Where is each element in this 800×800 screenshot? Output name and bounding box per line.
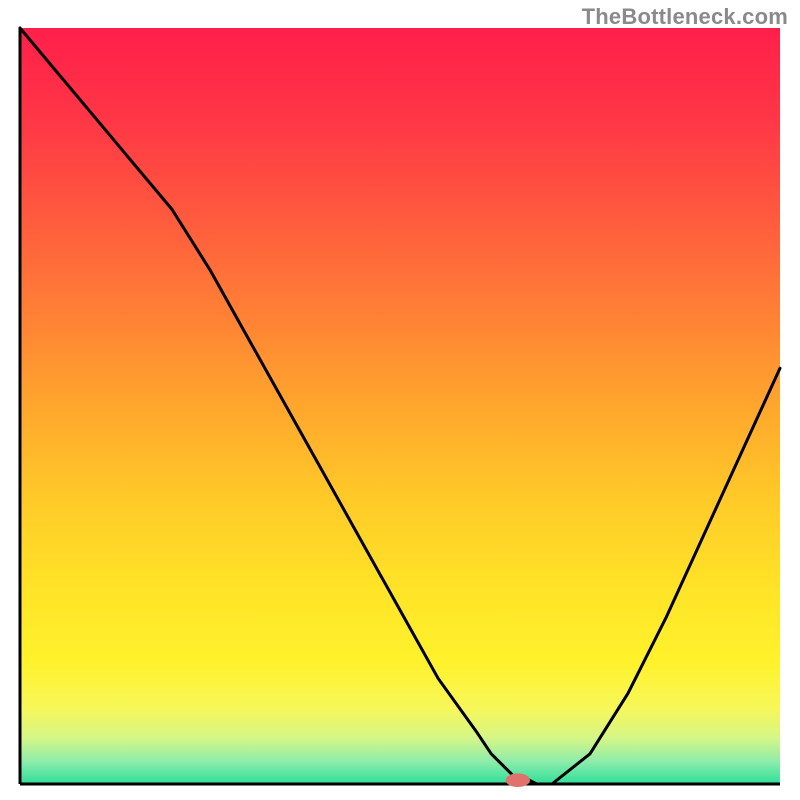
chart-container: TheBottleneck.com (0, 0, 800, 800)
chart-background (20, 28, 780, 784)
watermark-text: TheBottleneck.com (582, 4, 788, 30)
bottleneck-chart (0, 0, 800, 800)
optimal-marker (506, 773, 530, 787)
